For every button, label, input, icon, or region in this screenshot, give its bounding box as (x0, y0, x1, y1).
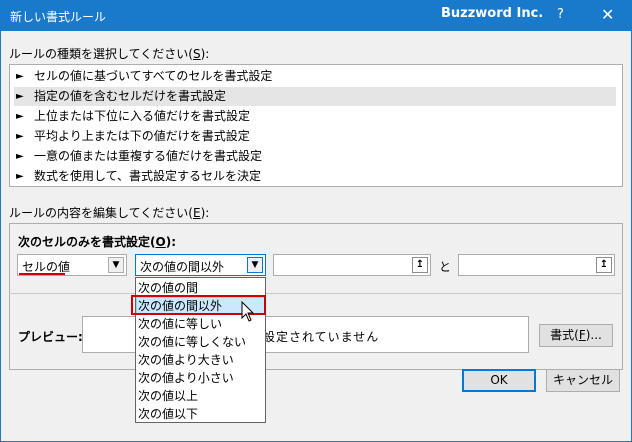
rule-type-label: ルールの種類を選択してください(S): (9, 45, 209, 62)
cell-type-highlight (19, 273, 65, 275)
dialog-window: 新しい書式ルール Buzzword Inc. ? ✕ ルールの種類を選択してくだ… (0, 0, 632, 442)
rule-type-item-label: 一意の値または重複する値だけを書式設定 (34, 149, 263, 163)
arrow-icon: ► (16, 111, 24, 122)
heading-key: O (155, 235, 166, 249)
rule-edit-label-pre: ルールの内容を編集してください( (9, 206, 193, 220)
arrow-icon: ► (16, 91, 24, 102)
range-select-icon[interactable]: ↥ (412, 257, 428, 273)
operator-option-label: 次の値より小さい (138, 371, 234, 385)
cancel-button[interactable]: キャンセル (546, 369, 620, 392)
heading-pre: 次のセルのみを書式設定( (18, 235, 156, 249)
operator-combo[interactable]: 次の値の間以外 ▼ (135, 254, 266, 276)
rule-type-item-label: 指定の値を含むセルだけを書式設定 (34, 89, 227, 103)
help-button[interactable]: ? (557, 7, 564, 22)
chevron-down-icon[interactable]: ▼ (247, 257, 263, 273)
rule-edit-label: ルールの内容を編集してください(E): (9, 204, 209, 221)
rule-type-item-label: 平均より上または下の値だけを書式設定 (34, 129, 250, 143)
value2-input[interactable]: ↥ (458, 254, 615, 276)
rule-type-list[interactable]: ► セルの値に基づいてすべてのセルを書式設定 ► 指定の値を含むセルだけを書式設… (9, 64, 623, 187)
arrow-icon: ► (16, 71, 24, 82)
close-button[interactable]: ✕ (601, 5, 614, 24)
operator-option[interactable]: 次の値より小さい (136, 369, 265, 387)
rule-type-label-post: ): (200, 47, 210, 61)
title-bar[interactable]: 新しい書式ルール Buzzword Inc. ? ✕ (1, 1, 631, 31)
operator-option-label: 次の値に等しい (138, 317, 223, 331)
rule-type-item[interactable]: ► 数式を使用して、書式設定するセルを決定 (14, 167, 616, 186)
window-title: 新しい書式ルール (10, 10, 107, 24)
operator-option[interactable]: 次の値より大きい (136, 351, 265, 369)
rule-type-item-selected[interactable]: ► 指定の値を含むセルだけを書式設定 (14, 87, 616, 106)
rule-edit-label-post: ): (200, 206, 210, 220)
operator-option-label: 次の値に等しくない (138, 335, 247, 349)
rule-type-item[interactable]: ► 上位または下位に入る値だけを書式設定 (14, 107, 616, 126)
mouse-cursor-icon (241, 301, 255, 322)
range-select-icon[interactable]: ↥ (596, 257, 612, 273)
arrow-icon: ► (16, 151, 24, 162)
operator-option[interactable]: 次の値に等しくない (136, 333, 265, 351)
rule-type-item[interactable]: ► セルの値に基づいてすべてのセルを書式設定 (14, 67, 616, 86)
rule-type-item[interactable]: ► 一意の値または重複する値だけを書式設定 (14, 147, 616, 166)
operator-value: 次の値の間以外 (140, 260, 225, 274)
heading-post: ): (165, 235, 176, 249)
arrow-icon: ► (16, 131, 24, 142)
format-button-pre: 書式( (550, 328, 579, 342)
divider (9, 293, 623, 294)
value1-input[interactable]: ↥ (273, 254, 431, 276)
format-button[interactable]: 書式(F)... (539, 324, 613, 347)
rule-type-item-label: セルの値に基づいてすべてのセルを書式設定 (34, 69, 273, 83)
chevron-down-icon[interactable]: ▼ (108, 257, 124, 273)
rule-type-item-label: 数式を使用して、書式設定するセルを決定 (34, 169, 262, 183)
rule-type-label-key: S (192, 47, 201, 61)
operator-option-label: 次の値以上 (138, 389, 199, 403)
operator-option[interactable]: 次の値以上 (136, 387, 265, 405)
format-only-heading: 次のセルのみを書式設定(O): (18, 233, 176, 250)
rule-type-item[interactable]: ► 平均より上または下の値だけを書式設定 (14, 127, 616, 146)
operator-option[interactable]: 次の値以下 (136, 405, 265, 423)
rule-type-item-label: 上位または下位に入る値だけを書式設定 (34, 109, 251, 123)
format-button-key: F (578, 328, 586, 342)
operator-option-label: 次の値以下 (138, 407, 199, 421)
brand-label: Buzzword Inc. (441, 6, 544, 21)
rule-type-label-pre: ルールの種類を選択してください( (9, 47, 193, 61)
rule-edit-label-key: E (192, 206, 201, 220)
operator-option-label: 次の値より大きい (138, 353, 234, 367)
and-label: と (439, 260, 452, 274)
preview-label: プレビュー: (18, 330, 83, 344)
preview-text: 設定されていません (263, 330, 380, 344)
format-button-post: )... (585, 328, 602, 342)
arrow-icon: ► (16, 171, 24, 182)
ok-button[interactable]: OK (462, 369, 536, 392)
